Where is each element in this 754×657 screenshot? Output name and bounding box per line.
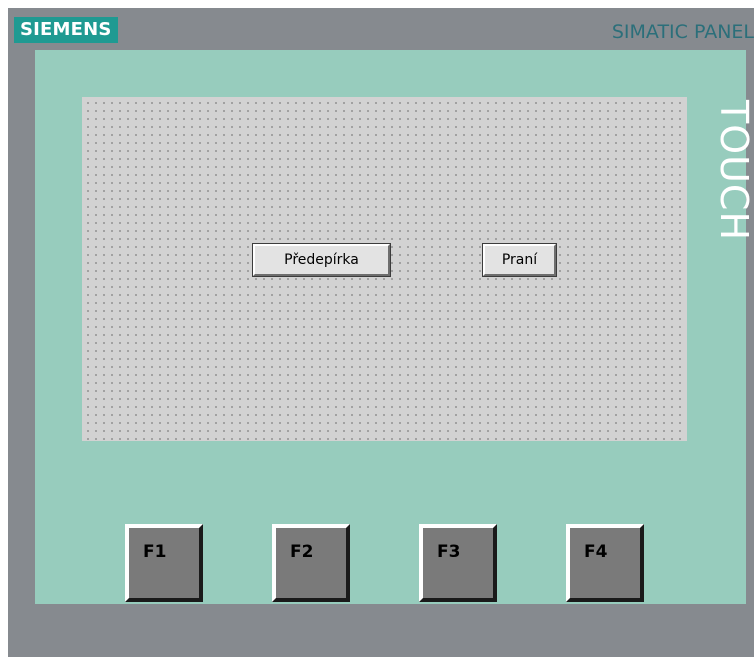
f3-key[interactable]: F3 [419,524,497,602]
hmi-panel-housing: SIEMENS SIMATIC PANEL TOUCH Předepírka P… [8,8,754,657]
touch-label: TOUCH [712,100,754,242]
f2-key[interactable]: F2 [272,524,350,602]
prani-button[interactable]: Praní [482,243,557,277]
f4-key[interactable]: F4 [566,524,644,602]
f2-key-label: F2 [290,542,314,562]
siemens-logo: SIEMENS [14,17,118,43]
panel-model-label: SIMATIC PANEL [611,21,754,43]
page: SIEMENS SIMATIC PANEL TOUCH Předepírka P… [0,0,754,657]
predepirka-button[interactable]: Předepírka [252,243,391,277]
f1-key-label: F1 [143,542,167,562]
f4-key-label: F4 [584,542,608,562]
f1-key[interactable]: F1 [125,524,203,602]
touch-label-container: TOUCH [712,100,754,290]
touch-screen: Předepírka Praní [82,97,687,441]
f3-key-label: F3 [437,542,461,562]
panel-bezel: TOUCH Předepírka Praní F1 F2 F3 F4 [35,50,754,604]
